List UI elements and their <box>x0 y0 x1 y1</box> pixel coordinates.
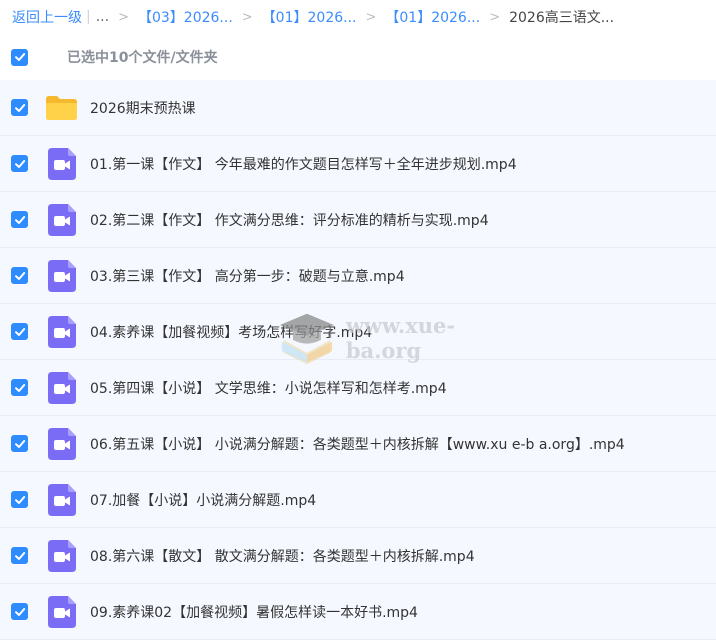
file-checkbox[interactable] <box>11 491 28 508</box>
video-file-icon <box>47 371 76 404</box>
file-checkbox[interactable] <box>11 155 28 172</box>
check-icon <box>14 53 25 61</box>
check-icon <box>14 551 25 560</box>
file-row[interactable]: 01.第一课【作文】 今年最难的作文题目怎样写＋全年进步规划.mp4 <box>0 136 716 192</box>
file-row[interactable]: 06.第五课【小说】 小说满分解题：各类题型＋内核拆解【www.xu e-b a… <box>0 416 716 472</box>
file-checkbox[interactable] <box>11 603 28 620</box>
file-type-icon <box>45 147 78 180</box>
file-checkbox[interactable] <box>11 99 28 116</box>
file-type-icon <box>45 203 78 236</box>
file-name[interactable]: 05.第四课【小说】 文学思维：小说怎样写和怎样考.mp4 <box>90 378 447 398</box>
file-row[interactable]: 2026期末预热课 <box>0 80 716 136</box>
video-file-icon <box>47 315 76 348</box>
check-icon <box>14 103 25 112</box>
file-type-icon <box>45 595 78 628</box>
video-file-icon <box>47 203 76 236</box>
file-name[interactable]: 08.第六课【散文】 散文满分解题：各类题型＋内核拆解.mp4 <box>90 546 475 566</box>
breadcrumb: 返回上一级 | ... > 【03】2026... > 【01】2026... … <box>0 0 716 34</box>
back-link[interactable]: 返回上一级 <box>12 7 82 27</box>
chevron-right-icon: > <box>489 9 501 25</box>
folder-icon <box>46 95 77 120</box>
file-name[interactable]: 07.加餐【小说】小说满分解题.mp4 <box>90 490 316 510</box>
file-type-icon <box>45 427 78 460</box>
file-name[interactable]: 02.第二课【作文】 作文满分思维：评分标准的精析与实现.mp4 <box>90 210 489 230</box>
file-type-icon <box>45 259 78 292</box>
file-type-icon <box>45 483 78 516</box>
file-checkbox[interactable] <box>11 323 28 340</box>
video-file-icon <box>47 427 76 460</box>
video-file-icon <box>47 259 76 292</box>
select-all-checkbox[interactable] <box>11 48 28 66</box>
file-checkbox[interactable] <box>11 435 28 452</box>
file-name[interactable]: 03.第三课【作文】 高分第一步：破题与立意.mp4 <box>90 266 405 286</box>
check-icon <box>14 439 25 448</box>
check-icon <box>14 607 25 616</box>
file-row[interactable]: 03.第三课【作文】 高分第一步：破题与立意.mp4 <box>0 248 716 304</box>
video-file-icon <box>47 539 76 572</box>
video-file-icon <box>47 147 76 180</box>
file-name[interactable]: 09.素养课02【加餐视频】暑假怎样读一本好书.mp4 <box>90 602 418 622</box>
file-row[interactable]: 04.素养课【加餐视频】考场怎样写好字.mp4 <box>0 304 716 360</box>
file-checkbox[interactable] <box>11 267 28 284</box>
video-file-icon <box>47 483 76 516</box>
chevron-right-icon: > <box>241 9 253 25</box>
file-type-icon <box>45 539 78 572</box>
selection-count-label: 已选中10个文件/文件夹 <box>67 50 218 66</box>
file-row[interactable]: 02.第二课【作文】 作文满分思维：评分标准的精析与实现.mp4 <box>0 192 716 248</box>
file-type-icon <box>45 371 78 404</box>
breadcrumb-item[interactable]: 【01】2026... <box>262 7 357 27</box>
check-icon <box>14 327 25 336</box>
file-row[interactable]: 05.第四课【小说】 文学思维：小说怎样写和怎样考.mp4 <box>0 360 716 416</box>
file-list: 2026期末预热课 01.第一课【作文】 今年最难的作文题目怎样写＋全年进步规划.… <box>0 80 716 640</box>
video-file-icon <box>47 595 76 628</box>
file-checkbox[interactable] <box>11 379 28 396</box>
chevron-right-icon: > <box>118 9 129 25</box>
file-type-icon <box>45 91 78 124</box>
breadcrumb-divider: | <box>86 9 91 25</box>
check-icon <box>14 215 25 224</box>
breadcrumb-current: 2026高三语文... <box>509 10 615 26</box>
select-all-bar: 已选中10个文件/文件夹 <box>0 34 716 80</box>
file-checkbox[interactable] <box>11 547 28 564</box>
file-name[interactable]: 01.第一课【作文】 今年最难的作文题目怎样写＋全年进步规划.mp4 <box>90 154 517 174</box>
check-icon <box>14 495 25 504</box>
file-checkbox[interactable] <box>11 211 28 228</box>
file-name[interactable]: 06.第五课【小说】 小说满分解题：各类题型＋内核拆解【www.xu e-b a… <box>90 434 625 454</box>
breadcrumb-item[interactable]: 【03】2026... <box>138 7 233 27</box>
file-type-icon <box>45 315 78 348</box>
chevron-right-icon: > <box>365 9 377 25</box>
breadcrumb-item[interactable]: 【01】2026... <box>385 7 480 27</box>
file-name[interactable]: 2026期末预热课 <box>90 98 196 118</box>
file-row[interactable]: 07.加餐【小说】小说满分解题.mp4 <box>0 472 716 528</box>
check-icon <box>14 271 25 280</box>
file-row[interactable]: 08.第六课【散文】 散文满分解题：各类题型＋内核拆解.mp4 <box>0 528 716 584</box>
breadcrumb-ellipsis[interactable]: ... <box>96 9 109 25</box>
check-icon <box>14 383 25 392</box>
file-name[interactable]: 04.素养课【加餐视频】考场怎样写好字.mp4 <box>90 322 372 342</box>
file-row[interactable]: 09.素养课02【加餐视频】暑假怎样读一本好书.mp4 <box>0 584 716 640</box>
check-icon <box>14 159 25 168</box>
